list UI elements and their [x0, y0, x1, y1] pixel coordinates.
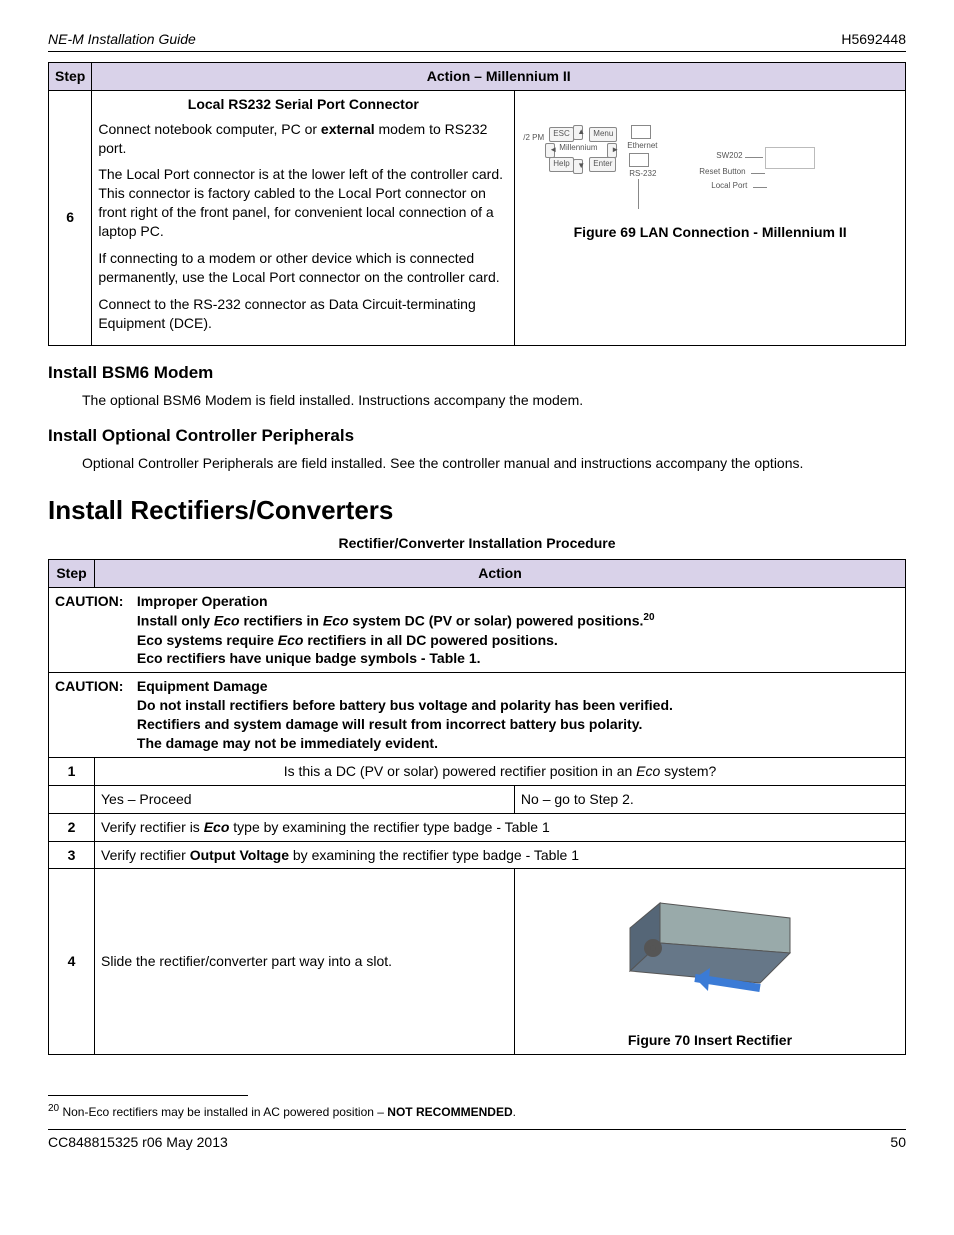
step-3-text: Verify rectifier Output Voltage by exami…	[95, 841, 906, 869]
bsm6-body: The optional BSM6 Modem is field install…	[82, 391, 906, 410]
footnote-20: 20 Non-Eco rectifiers may be installed i…	[48, 1102, 906, 1120]
rectifier-table: Step Action CAUTION: Improper Operation …	[48, 559, 906, 1055]
col-step: Step	[49, 62, 92, 90]
p2: The Local Port connector is at the lower…	[98, 165, 508, 241]
fig69-caption: Figure 69 LAN Connection - Millennium II	[521, 223, 899, 242]
col-action-2: Action	[95, 560, 906, 588]
p4: Connect to the RS-232 connector as Data …	[98, 295, 508, 333]
footer-left: CC848815325 r06 May 2013	[48, 1133, 228, 1152]
step-4: 4	[49, 869, 95, 1055]
no-goto: No – go to Step 2.	[514, 785, 905, 813]
peripherals-heading: Install Optional Controller Peripherals	[48, 425, 906, 448]
caution-1: CAUTION: Improper Operation Install only…	[49, 588, 906, 673]
millennium-table: Step Action – Millennium II 6 Local RS23…	[48, 62, 906, 346]
step-1-text: Is this a DC (PV or solar) powered recti…	[95, 757, 906, 785]
rectifier-table-title: Rectifier/Converter Installation Procedu…	[48, 534, 906, 553]
cell-title: Local RS232 Serial Port Connector	[98, 95, 508, 114]
yes-proceed: Yes – Proceed	[95, 785, 515, 813]
step-3: 3	[49, 841, 95, 869]
peripherals-body: Optional Controller Peripherals are fiel…	[82, 454, 906, 473]
step-4-figure: Figure 70 Insert Rectifier	[514, 869, 905, 1055]
col-action: Action – Millennium II	[92, 62, 906, 90]
header-right: H5692448	[841, 30, 906, 49]
bsm6-heading: Install BSM6 Modem	[48, 362, 906, 385]
step-6: 6	[49, 90, 92, 345]
header-left: NE-M Installation Guide	[48, 30, 196, 49]
step-4-text: Slide the rectifier/converter part way i…	[95, 869, 515, 1055]
footnote-rule	[48, 1095, 248, 1096]
rectifier-icon	[610, 893, 810, 1003]
caution-2: CAUTION: Equipment Damage Do not install…	[49, 673, 906, 758]
lan-diagram: /2 PM ESC ▲ Menu Millennium ◄ ► Help ▼ E…	[521, 95, 899, 215]
rectifiers-heading: Install Rectifiers/Converters	[48, 493, 906, 528]
p1: Connect notebook computer, PC or externa…	[98, 120, 508, 158]
page-footer: CC848815325 r06 May 2013 50	[48, 1129, 906, 1152]
footer-page: 50	[890, 1133, 906, 1152]
step-1: 1	[49, 757, 95, 785]
step-6-figure: /2 PM ESC ▲ Menu Millennium ◄ ► Help ▼ E…	[515, 90, 906, 345]
rectifier-image	[521, 873, 899, 1023]
col-step-2: Step	[49, 560, 95, 588]
step-2-text: Verify rectifier is Eco type by examinin…	[95, 813, 906, 841]
p3: If connecting to a modem or other device…	[98, 249, 508, 287]
step-2: 2	[49, 813, 95, 841]
fig70-caption: Figure 70 Insert Rectifier	[521, 1031, 899, 1050]
page-header: NE-M Installation Guide H5692448	[48, 30, 906, 52]
step-6-text: Local RS232 Serial Port Connector Connec…	[92, 90, 515, 345]
step-blank	[49, 785, 95, 813]
